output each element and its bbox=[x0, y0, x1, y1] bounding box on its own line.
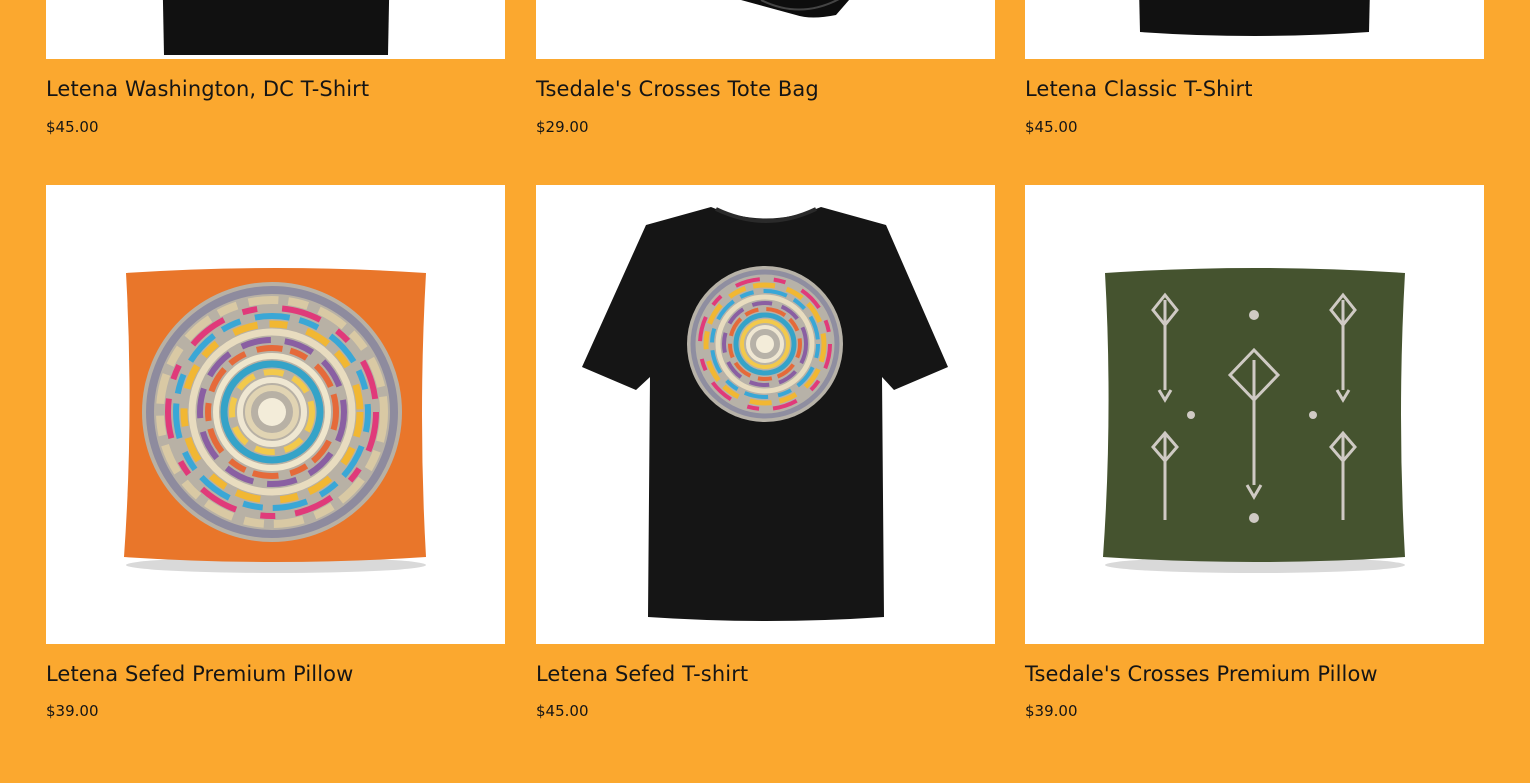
black-tshirt-image bbox=[46, 0, 505, 59]
product-title[interactable]: Letena Classic T-Shirt bbox=[1025, 77, 1253, 101]
black-tote-bag-image bbox=[536, 0, 995, 59]
green-pillow-crosses-image bbox=[1025, 185, 1484, 644]
product-title[interactable]: Tsedale's Crosses Tote Bag bbox=[536, 77, 819, 101]
black-tshirt-basket-image bbox=[536, 185, 995, 644]
product-title[interactable]: Letena Sefed T-shirt bbox=[536, 662, 748, 686]
product-price: $45.00 bbox=[536, 702, 589, 720]
product-image[interactable] bbox=[536, 0, 995, 59]
product-image[interactable] bbox=[1025, 0, 1484, 59]
product-title[interactable]: Tsedale's Crosses Premium Pillow bbox=[1025, 662, 1378, 686]
black-tshirt-image bbox=[1025, 0, 1484, 59]
orange-pillow-basket-image bbox=[46, 185, 505, 644]
product-image[interactable] bbox=[46, 0, 505, 59]
product-image[interactable] bbox=[46, 185, 505, 644]
product-price: $45.00 bbox=[1025, 118, 1078, 136]
product-price: $45.00 bbox=[46, 118, 99, 136]
product-price: $29.00 bbox=[536, 118, 589, 136]
product-title[interactable]: Letena Sefed Premium Pillow bbox=[46, 662, 353, 686]
product-price: $39.00 bbox=[46, 702, 99, 720]
product-grid: Letena Washington, DC T-Shirt $45.00 Tse… bbox=[0, 0, 1530, 783]
product-title[interactable]: Letena Washington, DC T-Shirt bbox=[46, 77, 369, 101]
product-price: $39.00 bbox=[1025, 702, 1078, 720]
product-image[interactable] bbox=[536, 185, 995, 644]
product-image[interactable] bbox=[1025, 185, 1484, 644]
